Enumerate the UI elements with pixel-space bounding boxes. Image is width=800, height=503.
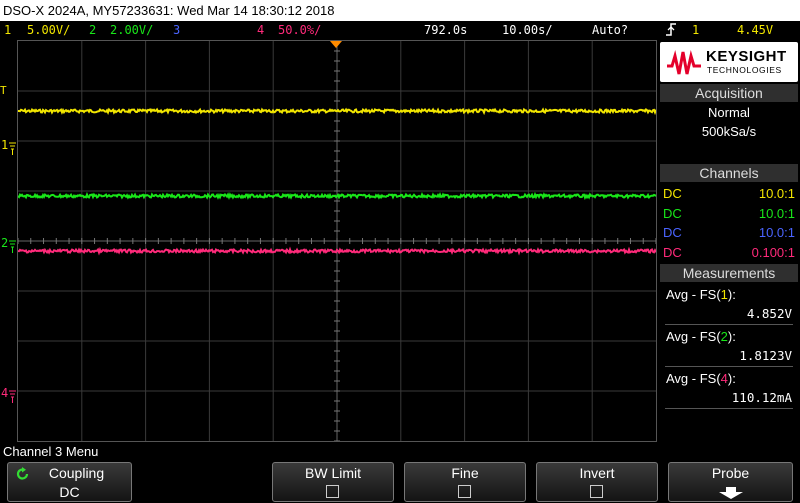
measurement-label-suffix: ):	[727, 329, 736, 344]
trigger-level-marker[interactable]: T	[0, 84, 7, 97]
channel-coupling: DC	[663, 225, 682, 240]
channel-coupling: DC	[663, 205, 682, 221]
ch2-ground-icon	[9, 240, 16, 253]
measurement-label-suffix: ):	[727, 287, 736, 302]
measurement-label-prefix: Avg - FS(	[666, 371, 721, 386]
coupling-label: Coupling	[48, 465, 105, 481]
trigger-position-icon[interactable]	[329, 40, 343, 50]
ch4-ground-icon	[9, 390, 16, 403]
coupling-softkey[interactable]: Coupling DC	[7, 462, 132, 502]
acquisition-rate: 500kSa/s	[701, 124, 757, 139]
waveform-display[interactable]	[18, 41, 656, 441]
status-bar: 1 5.00V/ 2 2.00V/ 3 4 50.0%/ 792.0s 10.0…	[0, 21, 800, 40]
probe-label: Probe	[711, 465, 750, 481]
info-sidebar: KEYSIGHT TECHNOLOGIES Acquisition Normal…	[660, 42, 798, 442]
bw-limit-softkey[interactable]: BW Limit	[272, 462, 394, 502]
fine-softkey[interactable]: Fine	[404, 462, 526, 502]
invert-label: Invert	[579, 465, 615, 481]
fine-checkbox[interactable]	[458, 485, 471, 498]
window-title: DSO-X 2024A, MY57233631: Wed Mar 14 18:3…	[0, 0, 800, 21]
ch1-number[interactable]: 1	[4, 21, 11, 40]
ch2-trace	[18, 191, 656, 201]
keysight-logo: KEYSIGHT TECHNOLOGIES	[660, 42, 798, 82]
measurement-label: Avg - FS(1):	[666, 287, 736, 302]
channel-coupling: DC	[663, 244, 682, 260]
ch4-number[interactable]: 4	[257, 21, 264, 40]
measurement-value: 1.8123V	[739, 348, 792, 363]
measurement-divider	[665, 366, 793, 367]
keysight-wave-icon	[667, 50, 701, 75]
ch4-scale[interactable]: 50.0%/	[278, 21, 321, 40]
timebase[interactable]: 10.00s/	[502, 21, 553, 40]
channel-probe-ratio: 10.0:1	[758, 186, 795, 201]
acquisition-mode: Normal	[708, 105, 750, 120]
ch1-scale[interactable]: 5.00V/	[27, 21, 70, 40]
measurement-channel: 1	[720, 287, 728, 302]
measurement-channel: 2	[720, 329, 728, 344]
channel-probe-ratio: 10.0:1	[758, 205, 795, 221]
channel-probe-ratio: 10.0:1	[758, 225, 795, 240]
channel-probe-ratio: 0.100:1	[751, 244, 795, 260]
measurement-label-suffix: ):	[727, 371, 736, 386]
ch1-ground-icon	[9, 142, 16, 155]
measurement-label: Avg - FS(4):	[666, 371, 736, 386]
logo-sub: TECHNOLOGIES	[707, 65, 782, 75]
bw-limit-label: BW Limit	[305, 465, 361, 481]
bw-limit-checkbox[interactable]	[326, 485, 339, 498]
channel-coupling: DC	[663, 186, 682, 201]
ch4-trace	[18, 246, 656, 256]
invert-softkey[interactable]: Invert	[536, 462, 658, 502]
measurement-label-prefix: Avg - FS(	[666, 287, 721, 302]
logo-name: KEYSIGHT	[706, 48, 787, 65]
measurement-value: 110.12mA	[731, 390, 792, 405]
fine-label: Fine	[451, 465, 479, 481]
trigger-mode[interactable]: Auto?	[592, 21, 628, 40]
trigger-rising-edge-icon	[664, 21, 678, 44]
submenu-arrow-icon	[718, 487, 743, 499]
ch2-scale[interactable]: 2.00V/	[110, 21, 153, 40]
channels-header: Channels	[660, 164, 798, 182]
measurement-label-prefix: Avg - FS(	[666, 329, 721, 344]
measurement-label: Avg - FS(2):	[666, 329, 736, 344]
measurement-divider	[665, 324, 793, 325]
probe-softkey[interactable]: Probe	[668, 462, 793, 502]
coupling-value: DC	[59, 484, 80, 500]
acquisition-header: Acquisition	[660, 84, 798, 102]
trigger-channel[interactable]: 1	[692, 21, 699, 40]
ch3-number[interactable]: 3	[173, 21, 180, 40]
measurement-divider	[665, 408, 793, 409]
measurement-channel: 4	[720, 371, 728, 386]
invert-checkbox[interactable]	[590, 485, 603, 498]
menu-title: Channel 3 Menu	[3, 444, 99, 459]
trigger-level[interactable]: 4.45V	[737, 21, 773, 40]
ch1-trace	[18, 107, 656, 116]
measurement-value: 4.852V	[746, 306, 792, 321]
ch2-number[interactable]: 2	[89, 21, 96, 40]
measurements-header: Measurements	[660, 264, 798, 282]
horizontal-delay[interactable]: 792.0s	[424, 21, 467, 40]
